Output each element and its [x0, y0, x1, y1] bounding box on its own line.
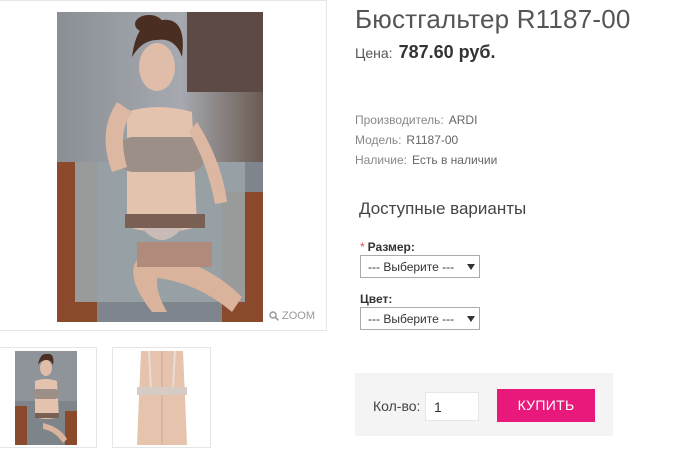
thumbnail-front[interactable]: [0, 347, 97, 448]
spec-model: Модель: R1187-00: [355, 133, 458, 147]
zoom-label: ZOOM: [282, 310, 315, 322]
manufacturer-link[interactable]: ARDI: [449, 113, 478, 127]
main-image-frame[interactable]: ZOOM: [0, 0, 327, 331]
cart-box: Кол-во: 1 КУПИТЬ: [355, 373, 613, 436]
price-value: 787.60 руб.: [398, 42, 496, 62]
spec-value: Есть в наличии: [412, 153, 498, 167]
spec-label: Производитель:: [355, 113, 444, 127]
product-page: ZOOM Бюстгальтер R1187-00 Цена: 787.60 р…: [0, 0, 689, 453]
size-select-value: --- Выберите ---: [368, 260, 455, 274]
quantity-label: Кол-во:: [373, 398, 421, 414]
price-row: Цена: 787.60 руб.: [355, 42, 496, 63]
thumbnail-image: [15, 351, 77, 445]
product-title: Бюстгальтер R1187-00: [355, 4, 631, 34]
required-mark: *: [360, 240, 365, 254]
size-select[interactable]: --- Выберите ---: [360, 255, 480, 278]
spec-label: Наличие:: [355, 153, 408, 167]
color-label-text: Цвет:: [360, 292, 393, 306]
spec-availability: Наличие: Есть в наличии: [355, 153, 497, 167]
thumbnail-back[interactable]: [112, 347, 211, 448]
dropdown-arrow-icon: [467, 316, 475, 322]
dropdown-arrow-icon: [467, 264, 475, 270]
spec-label: Модель:: [355, 133, 402, 147]
size-label-text: Размер:: [367, 240, 415, 254]
quantity-input[interactable]: 1: [425, 392, 479, 421]
spec-manufacturer: Производитель: ARDI: [355, 113, 477, 127]
zoom-link[interactable]: ZOOM: [269, 310, 315, 322]
price-label: Цена:: [355, 45, 393, 61]
color-label: Цвет:: [360, 292, 392, 306]
product-main-image[interactable]: [57, 12, 263, 322]
spec-value: R1187-00: [406, 133, 459, 147]
thumbnail-image: [131, 351, 193, 445]
color-select[interactable]: --- Выберите ---: [360, 307, 480, 330]
magnifier-icon: [269, 311, 279, 321]
size-label: * Размер:: [360, 240, 415, 254]
options-heading: Доступные варианты: [359, 199, 527, 218]
buy-button[interactable]: КУПИТЬ: [497, 389, 595, 422]
color-select-value: --- Выберите ---: [368, 312, 455, 326]
